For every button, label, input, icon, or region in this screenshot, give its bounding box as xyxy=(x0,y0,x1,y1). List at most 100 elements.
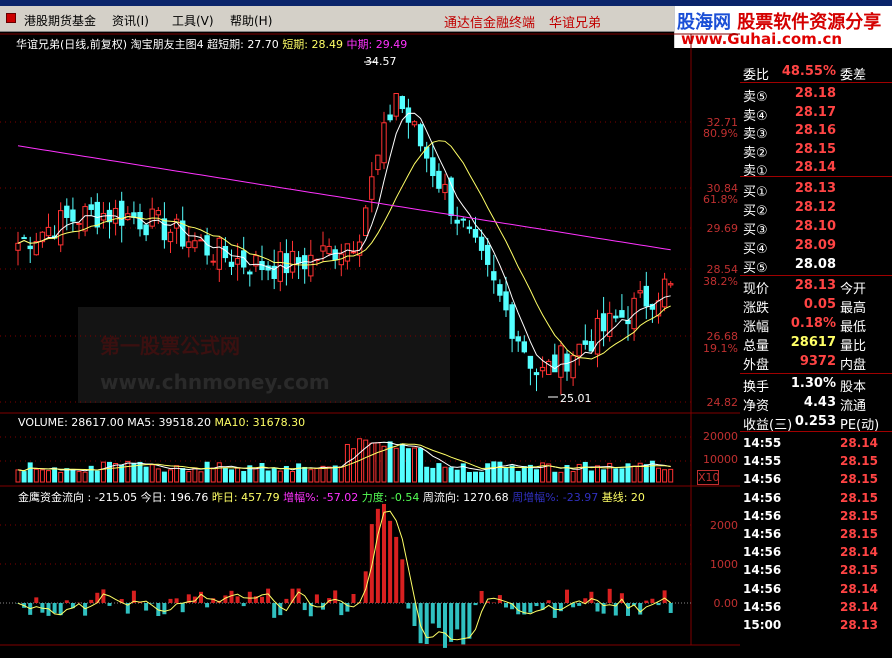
flow-bar xyxy=(595,603,600,612)
volume-bar xyxy=(503,467,509,483)
volume-bar xyxy=(52,467,58,483)
stat-value: 1.30% xyxy=(790,376,836,391)
volume-bar xyxy=(253,468,259,483)
stat-label: 涨跌 xyxy=(743,301,770,316)
candle-body xyxy=(119,200,125,226)
stat-row: 现价 28.13 今开 xyxy=(740,277,892,297)
tick-time: 14:56 xyxy=(743,527,782,541)
candle-body xyxy=(527,355,534,369)
bid-row[interactable]: 买⑤ 28.08 xyxy=(740,256,892,276)
volume-bar xyxy=(479,471,485,483)
flow-bar xyxy=(363,571,368,603)
ask-row[interactable]: 卖⑤ 28.18 xyxy=(740,85,892,105)
flow-bar xyxy=(205,603,210,608)
ask-price: 28.15 xyxy=(794,141,836,157)
volume-bar xyxy=(369,442,375,483)
flow-bar xyxy=(418,603,423,644)
weibi-row: 委比 48.55% 委差 xyxy=(740,63,892,83)
stat-label-2: 内盘 xyxy=(840,358,867,373)
pct-axis-3: 38.2% xyxy=(703,275,738,288)
flow-bar xyxy=(436,603,441,628)
flow-bar xyxy=(552,603,557,618)
flow-bar xyxy=(534,603,539,607)
flow-bar xyxy=(89,599,94,603)
candle-body xyxy=(94,201,100,228)
volume-bar xyxy=(393,447,399,483)
tick-row: 14:56 28.14 1 xyxy=(740,543,892,561)
flow-bar xyxy=(565,589,569,603)
candle-body xyxy=(454,219,460,224)
candle-body xyxy=(45,226,52,237)
stat-value: 0.05 xyxy=(803,297,836,312)
flow-bar xyxy=(607,588,612,603)
volume-bar xyxy=(125,460,131,483)
bid-row[interactable]: 买③ 28.10 xyxy=(740,218,892,238)
candle-body xyxy=(161,218,168,241)
volume-bar xyxy=(412,447,417,483)
volume-bar xyxy=(259,462,265,483)
tick-row: 14:56 28.15 8 xyxy=(740,525,892,543)
kline-chart[interactable] xyxy=(0,0,740,658)
flow-bar xyxy=(34,597,39,603)
candle-body xyxy=(387,114,393,121)
flow-bar xyxy=(430,603,435,624)
tick-time: 14:55 xyxy=(743,454,782,469)
tick-price: 28.15 xyxy=(840,527,878,541)
tick-volume: 13 xyxy=(884,454,892,468)
tick-time: 14:56 xyxy=(743,545,782,560)
volume-bar xyxy=(192,467,198,483)
stat-row: 换手 1.30% 股本 xyxy=(740,375,892,395)
bid-label: 买③ xyxy=(743,223,768,238)
mid-value: 29.49 xyxy=(375,38,408,51)
tick-volume: 21 xyxy=(884,563,892,577)
ask-row[interactable]: 卖② 28.15 xyxy=(740,141,892,161)
flow-bar xyxy=(278,603,283,616)
candle-body xyxy=(600,313,607,332)
tick-time: 14:55 xyxy=(743,436,782,450)
candle-body xyxy=(491,271,497,281)
bid-row[interactable]: 买④ 28.09 xyxy=(740,237,892,257)
stat-label-2: 今开 xyxy=(840,282,867,297)
bid-row[interactable]: 买② 28.12 xyxy=(740,199,892,219)
ma-super-short-line xyxy=(17,112,671,370)
candle-body xyxy=(539,366,546,372)
tick-time: 14:56 xyxy=(743,490,782,505)
tick-price: 28.15 xyxy=(840,454,878,469)
candle-body xyxy=(167,231,174,243)
candle-body xyxy=(308,254,314,277)
volume-bar xyxy=(588,470,594,483)
candle-body xyxy=(643,285,649,307)
volume-bar xyxy=(180,468,186,483)
super-short-label: 超短期: xyxy=(207,38,244,51)
ask-row[interactable]: 卖④ 28.17 xyxy=(740,104,892,124)
tick-price: 28.15 xyxy=(840,508,878,523)
tick-row: 14:56 28.15 24 xyxy=(740,489,892,507)
flow-axis-1: 1000 xyxy=(710,558,738,571)
divider xyxy=(740,176,892,177)
volume-bar xyxy=(277,470,283,483)
ask-row[interactable]: 卖① 28.14 xyxy=(740,159,892,179)
candle-body xyxy=(521,341,527,353)
candle-body xyxy=(27,245,33,250)
candle-body xyxy=(472,228,479,238)
stat-label: 涨幅 xyxy=(743,320,770,335)
volume-bar xyxy=(436,463,442,483)
ask-row[interactable]: 卖③ 28.16 xyxy=(740,122,892,142)
flow-bar xyxy=(272,603,277,618)
bid-price: 28.13 xyxy=(794,181,836,196)
candle-body xyxy=(485,244,491,265)
high-price-label: 34.57 xyxy=(365,55,397,68)
flow-bar xyxy=(443,603,447,648)
weibi-label: 委比 xyxy=(743,68,770,83)
candle-body xyxy=(381,122,387,164)
ask-price: 28.17 xyxy=(794,104,836,120)
flow-bar xyxy=(314,594,319,603)
flow-bar xyxy=(64,600,69,603)
flow-axis-0: 2000 xyxy=(710,519,738,532)
volume-bar xyxy=(210,467,216,483)
bid-row[interactable]: 买① 28.13 xyxy=(740,180,892,200)
volume-bar xyxy=(265,470,271,483)
volume-bar xyxy=(76,471,82,483)
flow-bar xyxy=(388,520,393,603)
chart-header: 华谊兄弟(日线,前复权) 淘宝朋友主图4 超短期: 27.70 短期: 28.4… xyxy=(16,36,407,52)
